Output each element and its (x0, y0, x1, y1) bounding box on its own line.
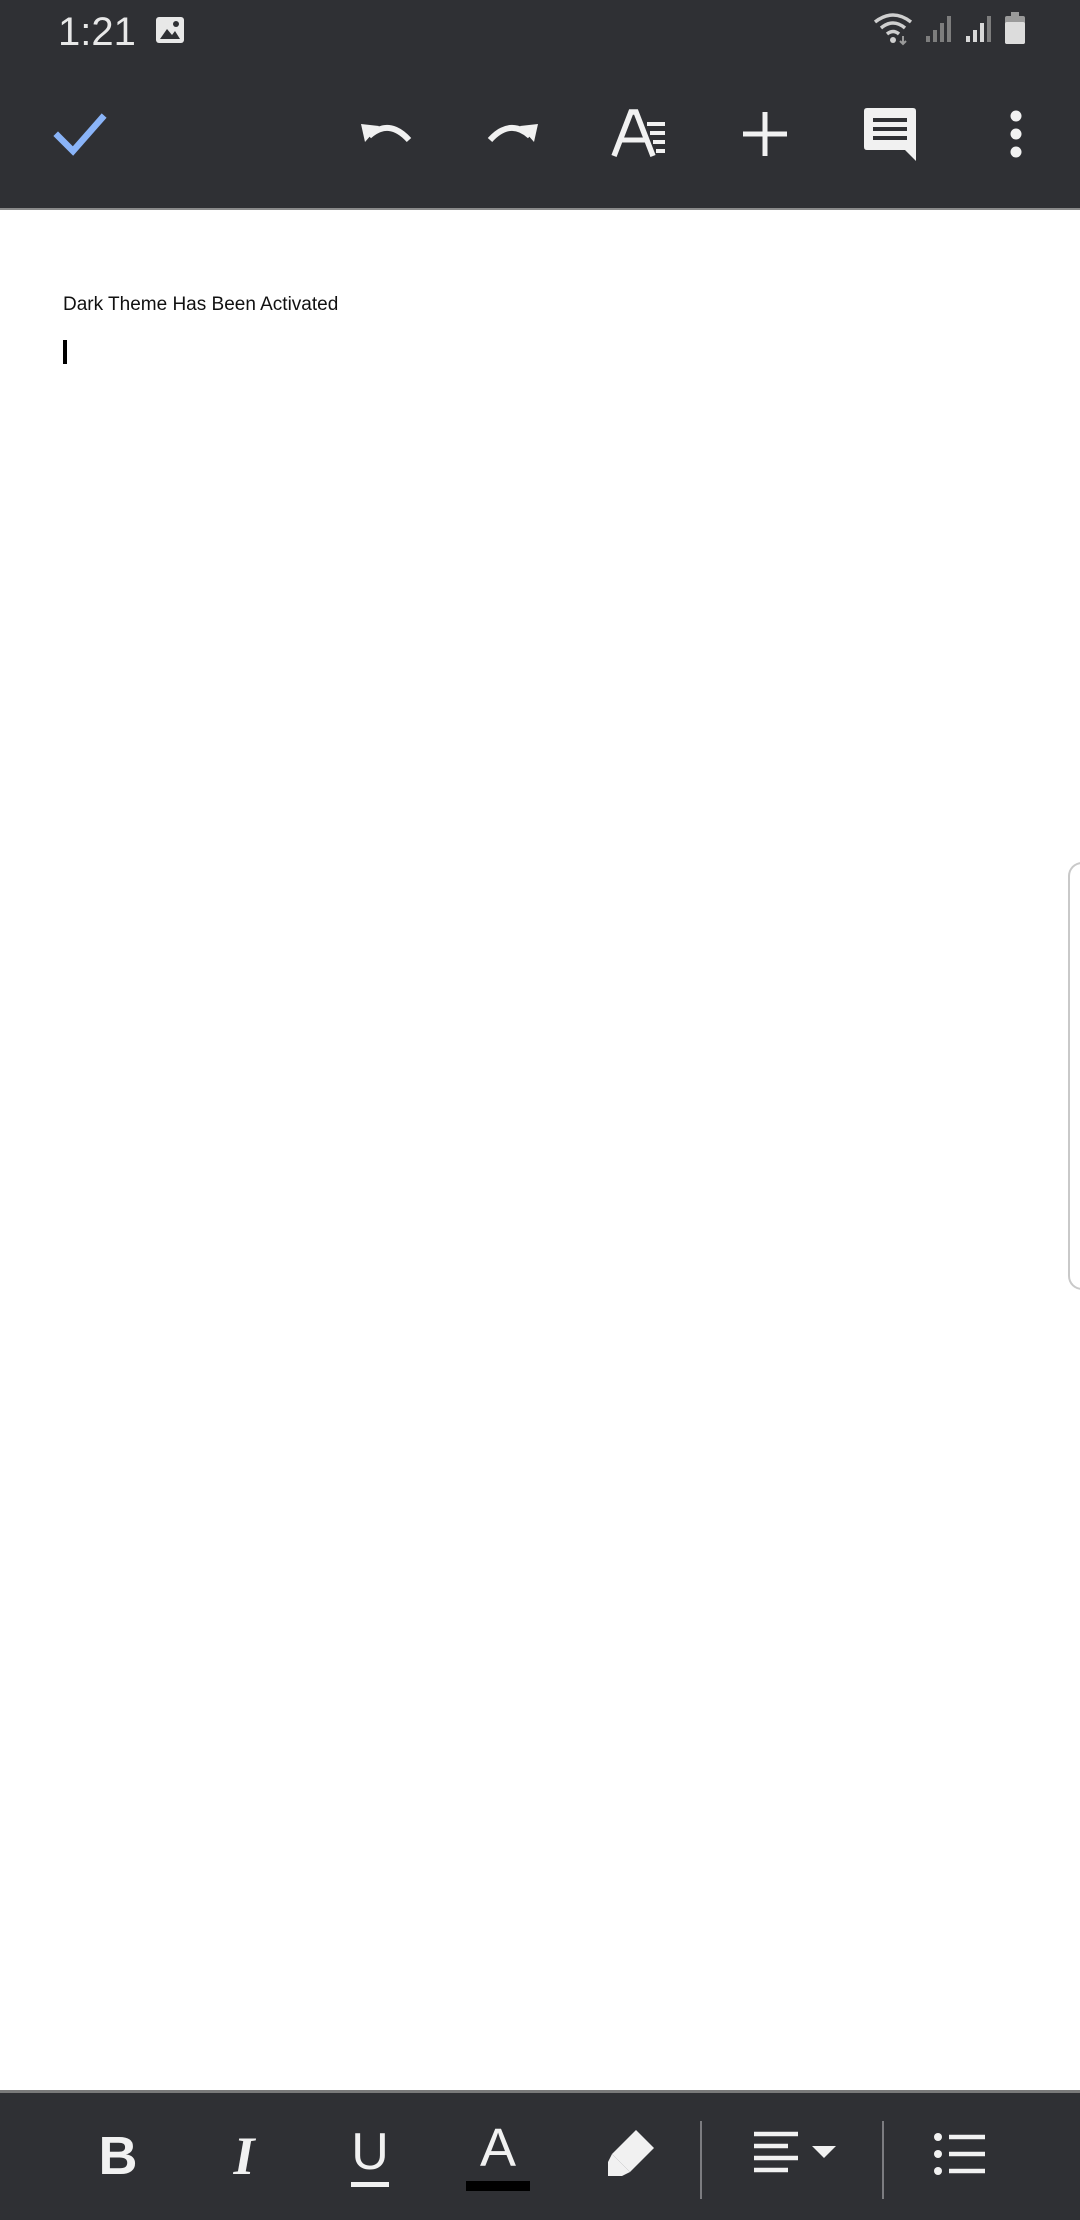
underline-button[interactable]: U (340, 2113, 400, 2199)
status-indicators (872, 10, 1026, 50)
status-bar: 1:21 (0, 0, 1080, 64)
redo-icon (482, 104, 542, 169)
bulleted-list-icon (933, 2131, 987, 2182)
redo-button[interactable] (474, 98, 550, 174)
highlighter-icon (602, 2126, 658, 2187)
text-format-button[interactable] (601, 98, 677, 174)
plus-icon (738, 107, 792, 166)
side-panel-handle[interactable] (1068, 862, 1080, 1290)
signal-icon (924, 12, 954, 49)
format-toolbar: B I U A (0, 2090, 1080, 2220)
text-format-icon (609, 104, 669, 169)
docs-editor-screen: 1:21 Dark Theme Has Been Activated B I U… (0, 0, 1080, 2220)
align-button[interactable] (750, 2113, 840, 2199)
italic-button[interactable]: I (214, 2113, 274, 2199)
toolbar-separator (882, 2121, 884, 2199)
check-icon (52, 106, 108, 167)
undo-button[interactable] (349, 98, 425, 174)
done-button[interactable] (42, 98, 118, 174)
battery-icon (1004, 11, 1026, 50)
comment-icon (861, 105, 919, 168)
underline-label: U (351, 2126, 389, 2187)
text-color-button[interactable]: A (464, 2113, 532, 2199)
editor-toolbar (0, 64, 1080, 208)
image-icon (154, 14, 186, 46)
toolbar-separator (700, 2121, 702, 2199)
wifi-icon (872, 10, 914, 51)
status-time: 1:21 (58, 10, 136, 54)
bulleted-list-button[interactable] (930, 2113, 990, 2199)
comment-button[interactable] (852, 98, 928, 174)
align-left-icon (752, 2128, 838, 2185)
signal-icon (964, 12, 994, 49)
document-canvas[interactable]: Dark Theme Has Been Activated (0, 210, 1080, 2090)
text-cursor (63, 340, 67, 364)
text-color-label: A (479, 2118, 517, 2178)
more-vert-icon (1006, 109, 1026, 164)
highlight-button[interactable] (598, 2113, 662, 2199)
bold-button[interactable]: B (88, 2113, 148, 2199)
bold-label: B (98, 2126, 138, 2186)
insert-button[interactable] (727, 98, 803, 174)
document-text-line[interactable]: Dark Theme Has Been Activated (63, 294, 338, 316)
text-color-swatch (466, 2181, 530, 2191)
more-options-button[interactable] (978, 98, 1054, 174)
undo-icon (357, 104, 417, 169)
italic-label: I (233, 2126, 255, 2186)
